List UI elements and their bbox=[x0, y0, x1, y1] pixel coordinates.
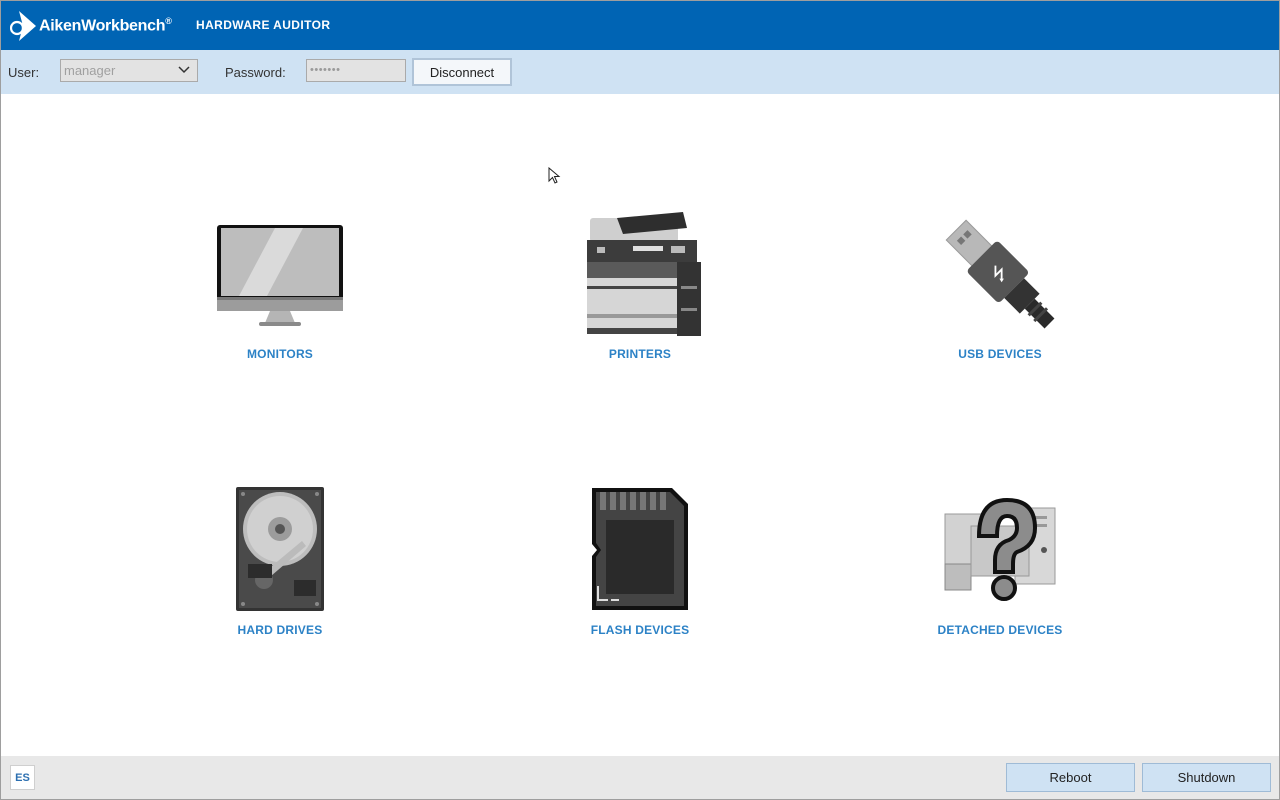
usb-icon: ⭍ bbox=[945, 219, 1055, 329]
app-window bbox=[0, 0, 1280, 800]
chevron-down-icon bbox=[178, 66, 190, 74]
mouse-cursor-icon bbox=[548, 167, 561, 184]
tile-detached-devices[interactable]: DETACHED DEVICES bbox=[890, 486, 1110, 641]
sd-card-icon bbox=[592, 488, 688, 610]
tile-label: MONITORS bbox=[246, 347, 314, 361]
reboot-button[interactable]: Reboot bbox=[1006, 763, 1135, 792]
monitor-icon bbox=[217, 225, 343, 326]
tile-monitors[interactable]: MONITORS bbox=[170, 210, 390, 365]
hard-drive-icon bbox=[236, 487, 324, 611]
tile-label: PRINTERS bbox=[608, 347, 672, 361]
app-header: AikenWorkbench® HARDWARE AUDITOR bbox=[1, 1, 1279, 50]
login-bar: User: manager Password: ••••••• Disconne… bbox=[1, 50, 1279, 94]
logo-text: AikenWorkbench® bbox=[39, 16, 172, 35]
app-title: HARDWARE AUDITOR bbox=[196, 18, 331, 32]
shutdown-button[interactable]: Shutdown bbox=[1142, 763, 1271, 792]
printer-icon bbox=[587, 212, 701, 336]
tile-flash-devices[interactable]: FLASH DEVICES bbox=[530, 486, 750, 641]
tile-label: FLASH DEVICES bbox=[590, 623, 690, 637]
user-select-value: manager bbox=[64, 63, 116, 78]
user-label: User: bbox=[8, 65, 40, 80]
password-label: Password: bbox=[225, 65, 286, 80]
tile-label: USB DEVICES bbox=[958, 347, 1042, 361]
tile-label: DETACHED DEVICES bbox=[937, 623, 1063, 637]
tile-usb-devices[interactable]: ⭍ USB DEVICES bbox=[890, 210, 1110, 365]
disconnect-button[interactable]: Disconnect bbox=[412, 58, 512, 86]
logo-mark-icon bbox=[10, 11, 36, 41]
question-mark-icon bbox=[944, 497, 1056, 601]
footer-bar: ES Reboot Shutdown bbox=[1, 756, 1279, 799]
password-field[interactable]: ••••••• bbox=[306, 59, 406, 82]
brand-logo: AikenWorkbench® bbox=[10, 11, 172, 41]
language-toggle[interactable]: ES bbox=[10, 765, 35, 790]
tile-hard-drives[interactable]: HARD DRIVES bbox=[170, 486, 390, 641]
tile-printers[interactable]: PRINTERS bbox=[530, 210, 750, 365]
user-select[interactable]: manager bbox=[60, 59, 198, 82]
tile-label: HARD DRIVES bbox=[237, 623, 323, 637]
